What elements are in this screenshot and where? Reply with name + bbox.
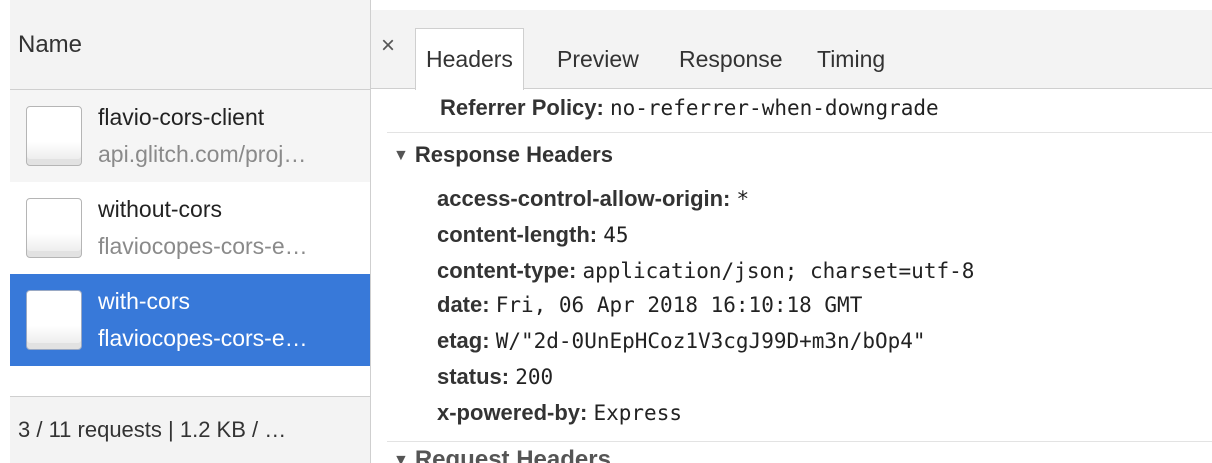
referrer-policy-row: Referrer Policy: no-referrer-when-downgr… <box>440 90 939 126</box>
header-key: date: <box>437 292 490 317</box>
tab-label: Preview <box>557 45 639 72</box>
request-summary: 3 / 11 requests | 1.2 KB / … <box>18 417 287 442</box>
header-row: access-control-allow-origin: * <box>437 186 749 212</box>
header-key: etag: <box>437 328 490 353</box>
document-icon <box>26 198 82 258</box>
header-row: x-powered-by: Express <box>437 400 682 426</box>
header-value: Fri, 06 Apr 2018 16:10:18 GMT <box>495 293 863 317</box>
document-icon <box>26 290 82 350</box>
header-key: content-length: <box>437 222 598 247</box>
request-row-without-cors[interactable]: without-cors flaviocopes-cors-e… <box>10 182 370 274</box>
header-key: x-powered-by: <box>437 400 588 425</box>
header-value: Express <box>593 401 682 425</box>
header-row: content-type: application/json; charset=… <box>437 258 974 284</box>
tab-preview[interactable]: Preview <box>547 28 649 90</box>
header-key: status: <box>437 364 510 389</box>
header-value: 45 <box>603 223 629 247</box>
header-value: 200 <box>515 365 554 389</box>
request-row-flavio-cors-client[interactable]: flavio-cors-client api.glitch.com/proj… <box>10 90 370 182</box>
tab-timing[interactable]: Timing <box>807 28 895 90</box>
tab-label: Timing <box>817 45 886 72</box>
header-value: application/json; charset=utf-8 <box>582 259 975 283</box>
header-row: etag: W/"2d-0UnEpHCoz1V3cgJ99D+m3n/bOp4" <box>437 328 926 354</box>
header-value: W/"2d-0UnEpHCoz1V3cgJ99D+m3n/bOp4" <box>495 329 926 353</box>
document-icon <box>26 106 82 166</box>
request-list-panel: Name flavio-cors-client api.glitch.com/p… <box>10 0 370 463</box>
headers-content: Referrer Policy: no-referrer-when-downgr… <box>371 90 1212 463</box>
request-name: without-cors <box>98 196 222 222</box>
header-value: no-referrer-when-downgrade <box>609 96 939 120</box>
request-summary-bar: 3 / 11 requests | 1.2 KB / … <box>10 396 370 463</box>
tab-headers[interactable]: Headers <box>415 28 524 90</box>
close-icon[interactable]: × <box>381 32 395 60</box>
triangle-down-icon: ▼ <box>393 147 409 164</box>
details-tab-bar: × Headers Preview Response Timing <box>371 10 1212 90</box>
tab-label: Headers <box>426 46 513 72</box>
section-divider <box>387 132 1212 133</box>
header-row: content-length: 45 <box>437 222 629 248</box>
tab-response[interactable]: Response <box>669 28 793 90</box>
request-headers-section-title[interactable]: ▼ Request Headers <box>393 446 611 463</box>
header-key: Referrer Policy: <box>440 95 604 120</box>
header-row: status: 200 <box>437 364 553 390</box>
request-name: flavio-cors-client <box>98 104 265 130</box>
name-column-label: Name <box>18 30 83 58</box>
header-key: access-control-allow-origin: <box>437 186 731 211</box>
section-divider <box>387 441 1212 442</box>
name-column-header[interactable]: Name <box>10 0 370 90</box>
request-name: with-cors <box>98 288 191 314</box>
tab-label: Response <box>679 45 783 72</box>
request-url: flaviocopes-cors-e… <box>98 325 308 351</box>
header-key: content-type: <box>437 258 577 283</box>
request-row-with-cors[interactable]: with-cors flaviocopes-cors-e… <box>10 274 370 366</box>
header-value: * <box>736 187 750 211</box>
header-row: date: Fri, 06 Apr 2018 16:10:18 GMT <box>437 292 862 318</box>
section-title-label: Response Headers <box>414 142 613 167</box>
response-headers-section-title[interactable]: ▼ Response Headers <box>393 142 613 168</box>
triangle-down-icon: ▼ <box>393 452 409 463</box>
request-url: api.glitch.com/proj… <box>98 141 307 167</box>
request-url: flaviocopes-cors-e… <box>98 233 308 259</box>
request-details-panel: × Headers Preview Response Timing Referr… <box>371 0 1212 463</box>
section-title-label: Request Headers <box>414 446 611 463</box>
